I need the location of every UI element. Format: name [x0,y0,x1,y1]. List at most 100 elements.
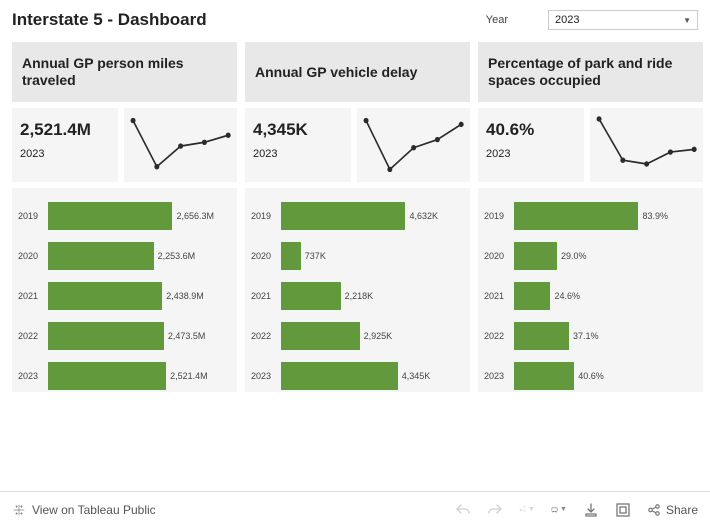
kpi-year: 2023 [20,148,110,160]
bar-row: 2021 2,218K [251,276,464,316]
bar-year-label: 2020 [251,251,281,261]
kpi-value: 4,345K [253,120,343,140]
bar-chart: 2019 83.9% 2020 29.0% 2021 24.6% 2022 37.1% 2023… [478,188,703,392]
bar-year-label: 2022 [18,331,48,341]
bar-fill [281,282,341,310]
bar-chart: 2019 2,656.3M 2020 2,253.6M 2021 2,438.9M 2022… [12,188,237,392]
bar-row: 2019 83.9% [484,196,697,236]
bar-chart: 20194,632K2020737K20212,218K20222,925K20… [245,188,470,392]
metric-header: Annual GP vehicle delay [245,42,470,102]
bar-year-label: 2022 [251,331,281,341]
bar-row: 2023 4,345K [251,356,464,396]
bar-value-label: 2,253.6M [158,251,196,261]
bar-year-label: 2021 [18,291,48,301]
bar-row: 2020 2,253.6M [18,236,231,276]
bar-row: 2023 2,521.4M [18,356,231,396]
redo-button[interactable] [487,502,503,518]
bar-row: 2021 2,438.9M [18,276,231,316]
share-icon [647,503,661,517]
bar-value-label: 4,345K [402,371,431,381]
bar-fill [514,322,569,350]
kpi-year: 2023 [486,148,576,160]
kpi-value: 2,521.4M [20,120,110,140]
footer-toolbar: View on Tableau Public ▼ ▼ Share [0,491,710,527]
bar-fill [514,242,557,270]
bar-fill [514,282,550,310]
bar-year-label: 2023 [484,371,514,381]
bar-fill [281,202,405,230]
view-on-tableau-label: View on Tableau Public [32,503,156,517]
metric-header: Annual GP person miles traveled [12,42,237,102]
page-title: Interstate 5 - Dashboard [12,10,207,30]
presentation-button[interactable]: ▼ [551,502,567,518]
bar-year-label: 2020 [484,251,514,261]
metric-panel: Annual GP vehicle delay 4,345K 2023 2019 4,6… [245,42,470,392]
bar-fill [48,282,162,310]
bar-value-label: 2,656.3M [176,211,214,221]
kpi-box: 4,345K 2023 [245,108,351,182]
bar-value-label: 2,521.4M [170,371,208,381]
chevron-down-icon: ▼ [683,16,691,25]
bar-fill [281,242,301,270]
bar-fill [48,202,172,230]
kpi-box: 2,521.4M 2023 [12,108,118,182]
view-on-tableau-link[interactable]: View on Tableau Public [12,503,156,517]
bar-year-label: 2020 [18,251,48,261]
bar-value-label: 24.6% [554,291,580,301]
bar-fill [48,322,164,350]
year-select-value: 2023 [555,14,579,26]
bar-value-label: 83.9% [642,211,668,221]
undo-button[interactable] [455,502,471,518]
bar-row: 2020 29.0% [484,236,697,276]
reset-button[interactable]: ▼ [519,502,535,518]
bar-year-label: 2019 [484,211,514,221]
bar-fill [48,362,166,390]
bar-value-label: 737K [305,251,326,261]
bar-fill [281,362,398,390]
kpi-box: 40.6% 2023 [478,108,584,182]
bar-value-label: 2,438.9M [166,291,204,301]
bar-value-label: 37.1% [573,331,599,341]
share-button[interactable]: Share [647,503,698,517]
bar-value-label: 2,218K [345,291,374,301]
sparkline [590,108,703,182]
bar-year-label: 2023 [251,371,281,381]
bar-year-label: 2023 [18,371,48,381]
kpi-year: 2023 [253,148,343,160]
year-filter: Year 2023 ▼ [486,10,698,30]
year-select[interactable]: 2023 ▼ [548,10,698,30]
bar-row: 2019 4,632K [251,196,464,236]
bar-row: 2023 40.6% [484,356,697,396]
tableau-icon [12,503,26,517]
bar-row: 2022 37.1% [484,316,697,356]
bar-fill [514,202,638,230]
download-button[interactable] [583,502,599,518]
bar-row: 2022 2,925K [251,316,464,356]
bar-row: 2021 24.6% [484,276,697,316]
bar-row: 2019 2,656.3M [18,196,231,236]
bar-fill [281,322,360,350]
bar-value-label: 40.6% [578,371,604,381]
bar-year-label: 2022 [484,331,514,341]
sparkline [124,108,237,182]
metric-panel: Annual GP person miles traveled2,521.4M2… [12,42,237,392]
bar-year-label: 2021 [484,291,514,301]
bar-year-label: 2021 [251,291,281,301]
bar-row: 2022 2,473.5M [18,316,231,356]
bar-value-label: 29.0% [561,251,587,261]
sparkline [357,108,470,182]
bar-year-label: 2019 [251,211,281,221]
bar-value-label: 2,473.5M [168,331,206,341]
bar-row: 2020 737K [251,236,464,276]
bar-value-label: 2,925K [364,331,393,341]
metric-header: Percentage of park and ride spaces occup… [478,42,703,102]
share-label: Share [666,503,698,517]
bar-year-label: 2019 [18,211,48,221]
bar-fill [48,242,154,270]
kpi-value: 40.6% [486,120,576,140]
fullscreen-button[interactable] [615,502,631,518]
bar-fill [514,362,574,390]
metric-panel: Percentage of park and ride spaces occup… [478,42,703,392]
bar-value-label: 4,632K [409,211,438,221]
year-filter-label: Year [486,14,508,26]
